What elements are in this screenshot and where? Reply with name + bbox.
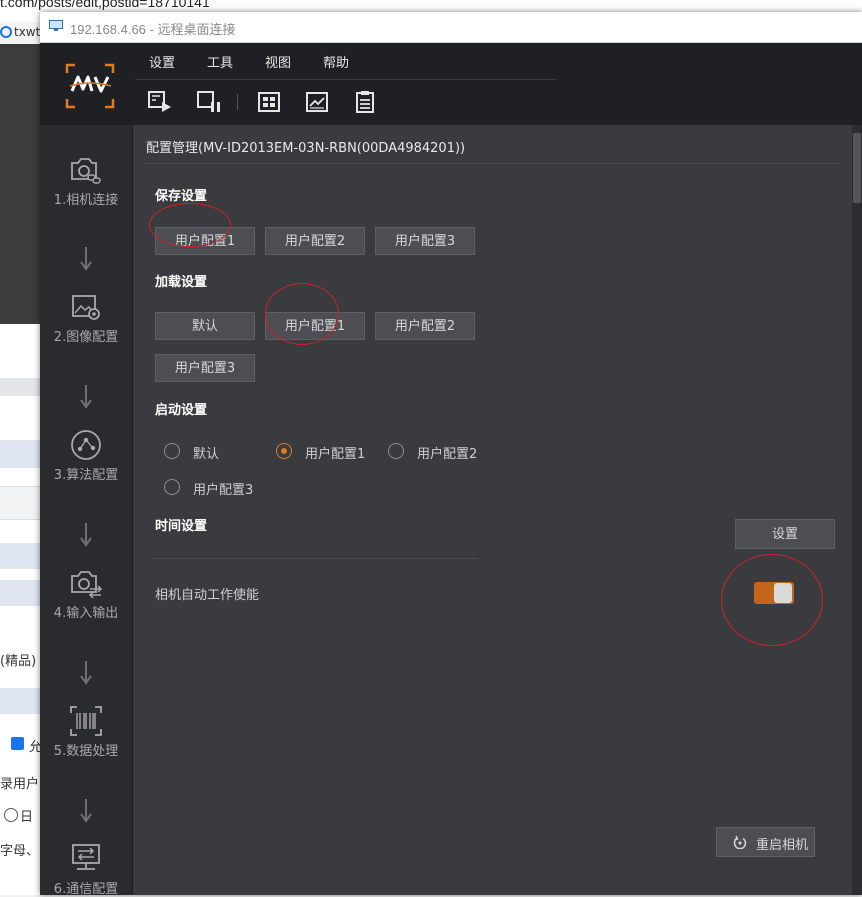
config-panel: 配置管理(MV-ID2013EM-03N-RBN(00DA4984201)) 保…	[133, 125, 852, 895]
save-user-config-1-button[interactable]: 用户配置1	[155, 227, 255, 255]
step-image-config[interactable]: 2.图像配置	[40, 290, 132, 345]
time-settings-button[interactable]: 设置	[735, 519, 835, 549]
radio-circle	[388, 443, 404, 459]
step-label: 4.输入输出	[53, 606, 119, 621]
menu-view[interactable]: 视图	[265, 52, 291, 71]
down-arrow-icon	[80, 385, 92, 409]
load-user-config-3-button[interactable]: 用户配置3	[155, 354, 255, 382]
step-input-output[interactable]: 4.输入输出	[40, 566, 132, 621]
bg-row	[0, 440, 42, 468]
bg-text: 字母、	[0, 844, 40, 859]
toolbar-separator	[237, 94, 238, 110]
bg-checkbox[interactable]	[11, 737, 24, 750]
io-icon	[71, 571, 103, 599]
step-data-processing[interactable]: 5.数据处理	[40, 704, 132, 759]
play-icon[interactable]	[147, 90, 173, 114]
save-user-config-3-button[interactable]: 用户配置3	[375, 227, 475, 255]
pause-icon[interactable]	[196, 90, 222, 114]
restart-icon	[733, 835, 747, 849]
mvs-logo	[65, 63, 115, 109]
down-arrow-icon	[80, 661, 92, 685]
startup-radio-user-config-2[interactable]: 用户配置2	[388, 442, 488, 462]
window-titlebar[interactable]: 192.168.4.66 - 远程桌面连接	[40, 12, 862, 43]
browser-tab[interactable]: txwte	[0, 22, 48, 45]
bg-row	[0, 580, 42, 606]
down-arrow-icon	[80, 247, 92, 271]
workflow-sidebar: 1.相机连接 2.图像配置 3.算法配置 4.输入输出 5.数据处理 6.通信配…	[40, 125, 133, 897]
scrollbar-thumb[interactable]	[853, 133, 861, 203]
app-header: 设置 工具 视图 帮助	[40, 43, 862, 125]
camera-link-icon	[71, 158, 101, 184]
remote-desktop-icon	[49, 20, 63, 31]
step-label: 1.相机连接	[53, 193, 119, 208]
menu-tools[interactable]: 工具	[207, 52, 233, 71]
startup-settings-title: 启动设置	[155, 403, 208, 418]
save-settings-title: 保存设置	[155, 189, 208, 204]
barcode-icon	[70, 706, 102, 736]
save-user-config-2-button[interactable]: 用户配置2	[265, 227, 365, 255]
step-algorithm-config[interactable]: 3.算法配置	[40, 428, 132, 483]
bg-text: (精品)	[0, 654, 37, 669]
menu-settings[interactable]: 设置	[149, 52, 175, 71]
bg-row	[0, 378, 42, 396]
step-camera-connect[interactable]: 1.相机连接	[40, 153, 132, 208]
bg-dark-panel	[0, 44, 42, 324]
toggle-knob	[774, 583, 792, 603]
radio-label: 用户配置3	[193, 483, 254, 498]
radio-circle	[164, 479, 180, 495]
load-user-config-2-button[interactable]: 用户配置2	[375, 312, 475, 340]
bg-row	[0, 688, 42, 714]
step-label: 6.通信配置	[53, 882, 119, 897]
panel-title: 配置管理(MV-ID2013EM-03N-RBN(00DA4984201))	[146, 141, 466, 156]
bg-row	[0, 543, 42, 569]
panel-title-divider	[143, 163, 841, 164]
step-label: 2.图像配置	[53, 330, 119, 345]
menu-help[interactable]: 帮助	[323, 52, 349, 71]
layout-icon[interactable]	[256, 90, 282, 114]
bg-text: 录用户	[0, 777, 40, 792]
menu-bar: 设置 工具 视图 帮助	[135, 43, 557, 80]
down-arrow-icon	[80, 799, 92, 823]
communication-icon	[72, 844, 100, 870]
radio-circle	[276, 443, 292, 459]
bg-row	[0, 486, 42, 520]
section-divider	[153, 558, 478, 559]
startup-radio-user-config-1[interactable]: 用户配置1	[276, 442, 376, 462]
restart-camera-button[interactable]: 重启相机	[716, 827, 815, 857]
algorithm-icon	[71, 430, 101, 460]
radio-label: 默认	[193, 447, 220, 462]
bg-text: 日	[20, 810, 34, 825]
step-label: 5.数据处理	[53, 744, 119, 759]
image-settings-icon	[72, 295, 100, 320]
browser-url: t.com/posts/edit,postid=18710141	[0, 0, 210, 10]
document-icon[interactable]	[352, 90, 378, 114]
window-title: 192.168.4.66 - 远程桌面连接	[70, 22, 236, 37]
radio-label: 用户配置1	[305, 447, 366, 462]
radio-circle	[164, 443, 180, 459]
startup-radio-default[interactable]: 默认	[164, 442, 244, 462]
startup-radio-user-config-3[interactable]: 用户配置3	[164, 478, 264, 498]
auto-work-toggle[interactable]	[754, 582, 794, 604]
panel-scrollbar[interactable]	[852, 125, 862, 895]
chart-icon[interactable]	[304, 90, 330, 114]
browser-tab-icon	[0, 26, 12, 38]
radio-label: 用户配置2	[417, 447, 478, 462]
load-user-config-1-button[interactable]: 用户配置1	[265, 312, 365, 340]
restart-label: 重启相机	[756, 838, 809, 853]
load-settings-title: 加载设置	[155, 275, 208, 290]
down-arrow-icon	[80, 523, 92, 547]
remote-desktop-window: 192.168.4.66 - 远程桌面连接 设置 工具 视图 帮助 1.相机连接…	[40, 12, 862, 897]
bg-radio[interactable]	[4, 808, 18, 822]
auto-work-label: 相机自动工作使能	[155, 588, 260, 603]
time-settings-title: 时间设置	[155, 519, 208, 534]
load-default-button[interactable]: 默认	[155, 312, 255, 340]
step-communication-config[interactable]: 6.通信配置	[40, 842, 132, 897]
step-label: 3.算法配置	[53, 468, 119, 483]
